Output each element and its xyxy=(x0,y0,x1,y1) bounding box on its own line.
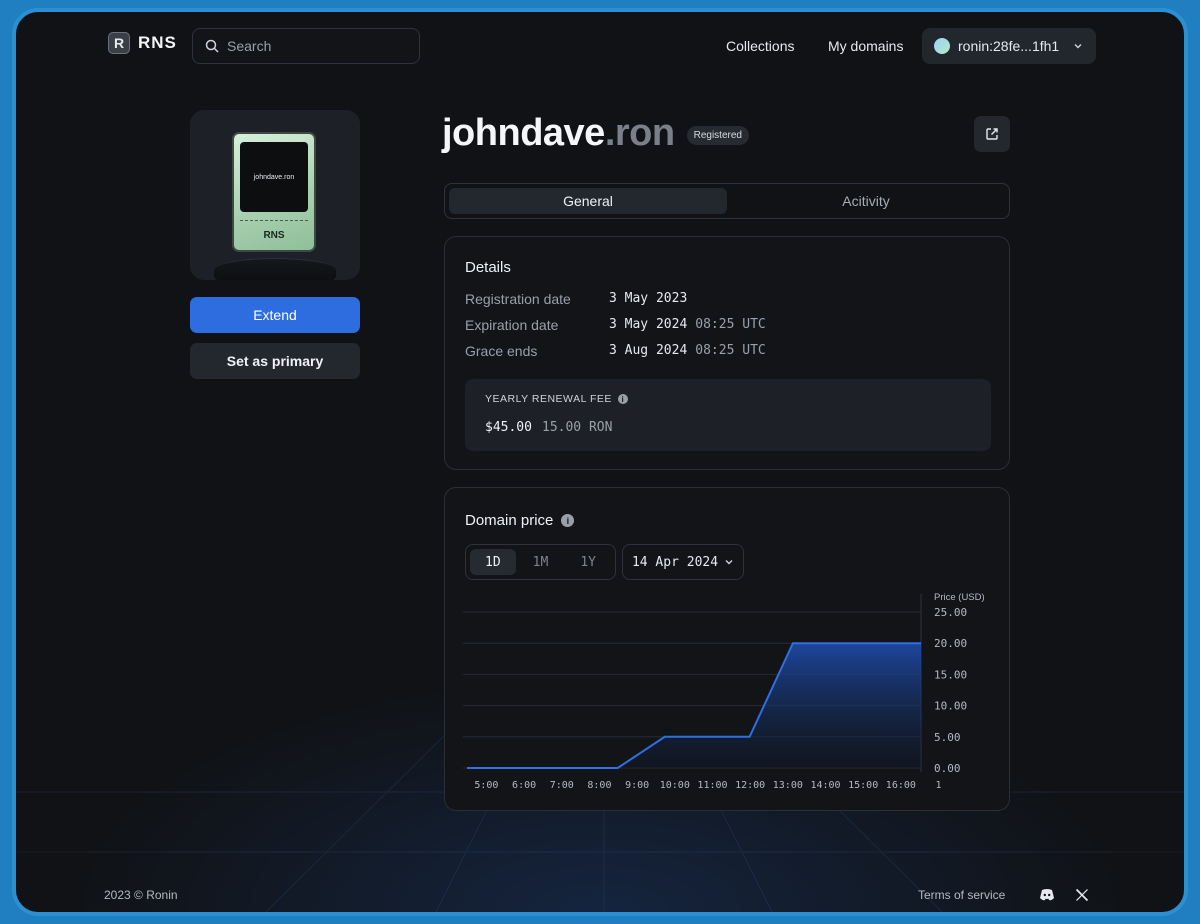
detail-row: Grace ends 3 Aug 2024 08:25 UTC xyxy=(465,343,766,359)
logo-text: RNS xyxy=(138,33,177,52)
status-badge: Registered xyxy=(686,126,749,145)
x-tick-label: 13:00 xyxy=(773,780,803,791)
logo[interactable]: R RNS xyxy=(108,32,177,54)
details-title: Details xyxy=(465,259,511,276)
domain-label: johndave xyxy=(442,112,605,154)
tab-bar: General Acitivity xyxy=(444,183,1010,219)
wallet-button[interactable]: ronin:28fe...1fh1 xyxy=(922,28,1096,64)
tab-general[interactable]: General xyxy=(449,188,727,214)
date-picker-value: 14 Apr 2024 xyxy=(631,554,719,570)
detail-date: 3 May 2024 xyxy=(609,317,688,332)
y-tick-label: 25.00 xyxy=(934,606,967,619)
discord-icon[interactable] xyxy=(1038,886,1056,904)
search-box[interactable] xyxy=(192,28,420,64)
extend-button[interactable]: Extend xyxy=(190,297,360,333)
renewal-fee-ron: 15.00 RON xyxy=(542,420,613,435)
date-picker[interactable]: 14 Apr 2024 xyxy=(622,544,744,580)
range-1m-button[interactable]: 1M xyxy=(518,549,564,575)
detail-date: 3 Aug 2024 xyxy=(609,343,688,358)
detail-time: 08:25 UTC xyxy=(695,317,766,332)
pedestal xyxy=(214,258,336,280)
y-tick-label: 15.00 xyxy=(934,668,967,681)
x-tick-label: 7:00 xyxy=(550,780,574,791)
detail-label: Registration date xyxy=(465,291,571,307)
range-1d-button[interactable]: 1D xyxy=(470,549,516,575)
nft-image: johndave.ron RNS xyxy=(232,132,316,252)
x-tick-label: 1 xyxy=(936,780,942,791)
renewal-fee-box: YEARLY RENEWAL FEE i $45.00 15.00 RON xyxy=(465,379,991,451)
nft-divider xyxy=(240,220,308,221)
x-tick-label: 15:00 xyxy=(848,780,878,791)
nft-domain-text: johndave.ron xyxy=(240,142,308,212)
nav-my-domains[interactable]: My domains xyxy=(828,38,903,54)
details-panel: Details Registration date 3 May 2023 Exp… xyxy=(444,236,1010,470)
x-tick-label: 9:00 xyxy=(625,780,649,791)
search-icon xyxy=(205,39,219,53)
y-tick-label: 5.00 xyxy=(934,731,961,744)
app-window: R RNS Collections My domains ronin:28fe.… xyxy=(12,8,1188,916)
set-primary-button[interactable]: Set as primary xyxy=(190,343,360,379)
footer-copyright: 2023 © Ronin xyxy=(104,888,178,902)
y-tick-label: 20.00 xyxy=(934,637,967,650)
chevron-down-icon xyxy=(1074,44,1082,49)
range-1y-button[interactable]: 1Y xyxy=(565,549,611,575)
domain-name: johndave.ron xyxy=(442,112,675,155)
detail-label: Expiration date xyxy=(465,317,559,333)
price-title: Domain price i xyxy=(465,512,575,529)
x-tick-label: 5:00 xyxy=(474,780,498,791)
nft-label: RNS xyxy=(263,230,285,241)
renewal-fee-usd: $45.00 xyxy=(485,420,532,435)
wallet-avatar xyxy=(934,38,950,54)
info-icon[interactable]: i xyxy=(561,514,575,527)
search-input[interactable] xyxy=(227,38,407,54)
detail-row: Registration date 3 May 2023 xyxy=(465,291,695,307)
price-chart: 25.00 20.00 15.00 10.00 5.00 0.00 Price (USD) 5… xyxy=(463,592,985,791)
domain-tld: .ron xyxy=(604,112,675,154)
x-tick-label: 8:00 xyxy=(587,780,611,791)
open-external-button[interactable] xyxy=(974,116,1010,152)
x-tick-label: 10:00 xyxy=(660,780,690,791)
y-tick-label: 0.00 xyxy=(934,762,961,775)
page-title: johndave.ron Registered xyxy=(442,112,749,155)
y-axis-label: Price (USD) xyxy=(934,592,985,603)
renewal-fee-label-text: YEARLY RENEWAL FEE xyxy=(485,393,612,405)
tab-activity[interactable]: Acitivity xyxy=(727,188,1005,214)
detail-time: 08:25 UTC xyxy=(695,343,766,358)
rns-logo-icon: R xyxy=(108,32,130,54)
info-icon[interactable]: i xyxy=(617,394,628,404)
x-tick-label: 6:00 xyxy=(512,780,536,791)
nav-collections[interactable]: Collections xyxy=(726,38,794,54)
renewal-fee-label: YEARLY RENEWAL FEE i xyxy=(485,393,628,405)
chevron-down-icon xyxy=(725,560,733,565)
price-title-text: Domain price xyxy=(465,512,554,529)
x-tick-label: 12:00 xyxy=(735,780,765,791)
wallet-address: ronin:28fe...1fh1 xyxy=(958,38,1060,54)
domain-price-panel: Domain price i 1D 1M 1Y 14 Apr 2024 25.0… xyxy=(444,487,1010,811)
x-twitter-icon[interactable] xyxy=(1073,886,1091,904)
detail-date: 3 May 2023 xyxy=(609,291,688,306)
external-link-icon xyxy=(986,128,998,140)
x-tick-label: 16:00 xyxy=(886,780,916,791)
terms-link[interactable]: Terms of service xyxy=(918,888,1005,902)
range-selector: 1D 1M 1Y xyxy=(465,544,616,580)
x-tick-label: 11:00 xyxy=(697,780,727,791)
detail-row: Expiration date 3 May 2024 08:25 UTC xyxy=(465,317,766,333)
detail-label: Grace ends xyxy=(465,343,538,359)
domain-nft-card: johndave.ron RNS xyxy=(190,110,360,280)
x-tick-label: 14:00 xyxy=(810,780,840,791)
y-tick-label: 10.00 xyxy=(934,700,967,713)
